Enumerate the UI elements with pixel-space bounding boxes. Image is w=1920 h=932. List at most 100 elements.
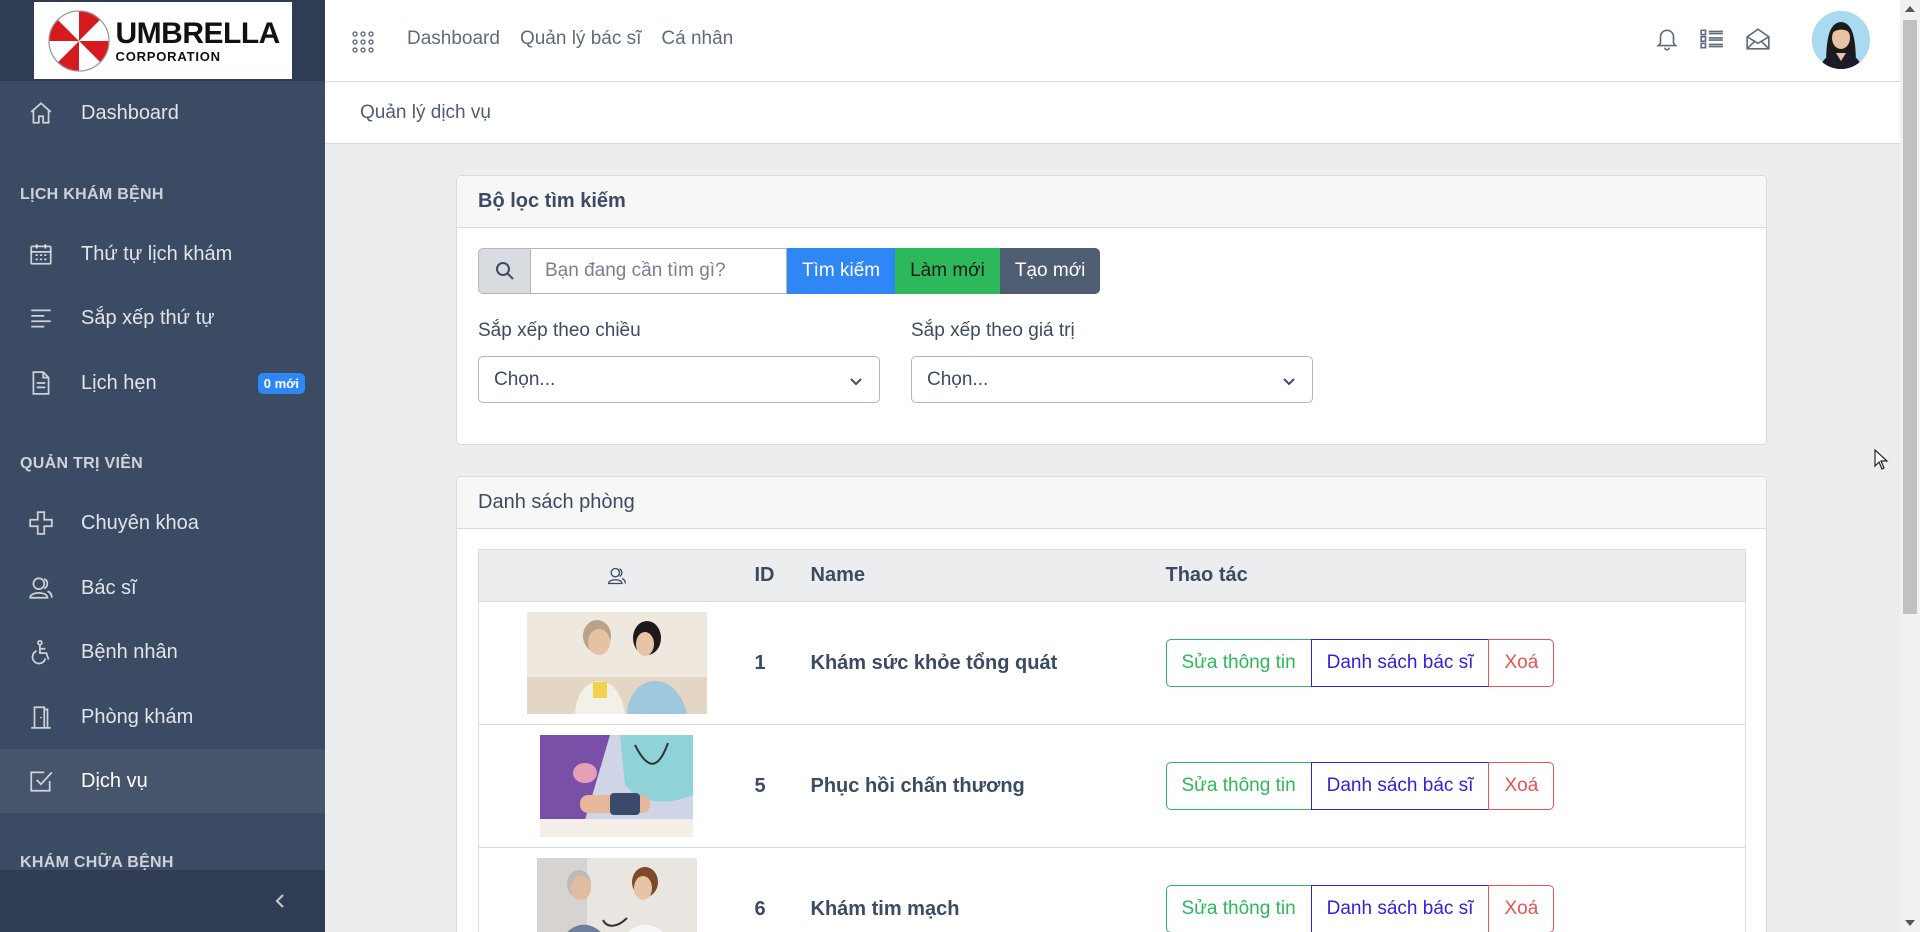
service-id: 1 — [754, 601, 811, 725]
header-nav-doctor-management[interactable]: Quản lý bác sĩ — [520, 28, 641, 50]
service-id: 5 — [754, 724, 811, 848]
name-column-header: Name — [810, 549, 1166, 602]
header-nav-dashboard[interactable]: Dashboard — [407, 28, 500, 50]
search-button[interactable]: Tìm kiếm — [787, 248, 896, 294]
delete-button[interactable]: Xoá — [1488, 639, 1555, 687]
search-icon — [478, 248, 531, 294]
sidebar-item-label: Sắp xếp thứ tự — [81, 306, 215, 329]
service-image-cell — [478, 601, 755, 725]
chevron-down-icon — [1282, 373, 1296, 387]
edit-button[interactable]: Sửa thông tin — [1165, 639, 1312, 687]
mouse-cursor-icon — [1874, 449, 1889, 470]
top-header: Dashboard Quản lý bác sĩ Cá nhân — [325, 0, 1900, 82]
edit-button[interactable]: Sửa thông tin — [1165, 762, 1312, 810]
bell-icon[interactable] — [1654, 26, 1680, 52]
sidebar-item-doctors[interactable]: Bác sĩ — [0, 556, 325, 620]
header-nav-personal[interactable]: Cá nhân — [661, 28, 733, 50]
actions-column-header: Thao tác — [1165, 549, 1746, 602]
edit-button[interactable]: Sửa thông tin — [1165, 885, 1312, 932]
search-group: Tìm kiếm Làm mới Tạo mới — [478, 248, 1101, 294]
service-actions: Sửa thông tin Danh sách bác sĩ Xoá — [1165, 847, 1746, 932]
scroll-down-arrow[interactable] — [1905, 920, 1915, 926]
envelope-icon[interactable] — [1745, 26, 1771, 52]
task-list-icon[interactable] — [1699, 26, 1725, 52]
table-header-row: ID Name Thao tác — [478, 549, 1746, 602]
sidebar-item-sort-order[interactable]: Sắp xếp thứ tự — [0, 286, 325, 350]
sidebar: UMBRELLA CORPORATION Dashboard LỊCH KHÁM… — [0, 0, 325, 932]
users-icon — [607, 567, 626, 584]
service-image-cell — [478, 724, 755, 848]
umbrella-logo: UMBRELLA CORPORATION — [33, 2, 292, 79]
door-icon — [27, 703, 55, 731]
table-row: 5 Phục hồi chấn thương Sửa thông tin Dan… — [478, 724, 1746, 848]
plus-icon — [27, 509, 55, 537]
service-actions: Sửa thông tin Danh sách bác sĩ Xoá — [1165, 724, 1746, 848]
sort-value-label: Sắp xếp theo giá trị — [911, 320, 1075, 341]
create-button[interactable]: Tạo mới — [999, 248, 1101, 294]
room-list-card: Danh sách phòng ID Name Thao tác 1 Khám … — [456, 476, 1767, 932]
users-icon — [27, 574, 55, 602]
room-list-title: Danh sách phòng — [457, 477, 1766, 529]
sidebar-item-label: Chuyên khoa — [81, 511, 199, 534]
sort-value-select[interactable]: Chọn... — [911, 356, 1313, 403]
sidebar-section-schedule: LỊCH KHÁM BỆNH — [20, 186, 164, 203]
sidebar-item-schedule-order[interactable]: Thứ tự lịch khám — [0, 222, 325, 286]
service-name: Phục hồi chấn thương — [810, 724, 1166, 848]
sort-direction-select[interactable]: Chọn... — [478, 356, 880, 403]
service-image-general-checkup — [526, 612, 707, 714]
sidebar-item-label: Thứ tự lịch khám — [81, 242, 233, 265]
header-nav: Dashboard Quản lý bác sĩ Cá nhân — [407, 28, 733, 50]
list-icon — [27, 304, 55, 332]
service-image-cardiology — [536, 858, 697, 932]
wheelchair-icon — [27, 638, 55, 666]
sidebar-item-label: Bệnh nhân — [81, 640, 178, 663]
breadcrumb-bar: Quản lý dịch vụ — [325, 82, 1900, 144]
sidebar-item-label: Lịch hẹn — [81, 371, 157, 394]
sidebar-item-label: Dashboard — [81, 101, 179, 124]
search-input[interactable] — [531, 248, 787, 294]
service-id: 6 — [754, 847, 811, 932]
breadcrumb: Quản lý dịch vụ — [360, 102, 491, 123]
chevron-left-icon — [275, 894, 284, 908]
scroll-up-arrow[interactable] — [1905, 6, 1915, 12]
document-icon — [27, 369, 55, 397]
sidebar-section-admin: QUẢN TRỊ VIÊN — [20, 455, 144, 472]
sidebar-item-clinic[interactable]: Phòng khám — [0, 685, 325, 749]
table-row: 6 Khám tim mạch Sửa thông tin Danh sách … — [478, 847, 1746, 932]
doctor-list-button[interactable]: Danh sách bác sĩ — [1310, 762, 1490, 810]
delete-button[interactable]: Xoá — [1488, 762, 1555, 810]
service-name: Khám tim mạch — [810, 847, 1166, 932]
appointments-badge: 0 mới — [257, 372, 305, 394]
check-square-icon — [27, 767, 55, 795]
logo-text-corporation: CORPORATION — [115, 48, 221, 64]
sidebar-minimize-button[interactable] — [0, 870, 325, 932]
doctor-list-button[interactable]: Danh sách bác sĩ — [1310, 885, 1490, 932]
service-image-injury-rehab — [540, 735, 694, 837]
sidebar-item-specialty[interactable]: Chuyên khoa — [0, 491, 325, 555]
service-image-cell — [478, 847, 755, 932]
apps-grid-icon[interactable] — [351, 30, 375, 54]
delete-button[interactable]: Xoá — [1488, 885, 1555, 932]
filter-card-title: Bộ lọc tìm kiếm — [457, 176, 1766, 228]
sort-value-value: Chọn... — [927, 368, 989, 390]
id-column-header: ID — [754, 549, 811, 602]
sidebar-item-patients[interactable]: Bệnh nhân — [0, 620, 325, 684]
user-avatar[interactable] — [1812, 11, 1870, 69]
sort-direction-label: Sắp xếp theo chiều — [478, 320, 641, 341]
umbrella-logo-icon — [47, 9, 110, 72]
doctor-list-button[interactable]: Danh sách bác sĩ — [1310, 639, 1490, 687]
sidebar-item-label: Bác sĩ — [81, 576, 137, 599]
service-name: Khám sức khỏe tổng quát — [810, 601, 1166, 725]
sidebar-item-label: Phòng khám — [81, 705, 194, 728]
refresh-button[interactable]: Làm mới — [895, 248, 1000, 294]
sidebar-item-services[interactable]: Dịch vụ — [0, 749, 325, 813]
sidebar-item-dashboard[interactable]: Dashboard — [0, 81, 325, 145]
page-scrollbar[interactable] — [1900, 0, 1920, 932]
home-icon — [27, 99, 55, 127]
scrollbar-thumb[interactable] — [1903, 20, 1917, 614]
sidebar-item-appointments[interactable]: Lịch hẹn 0 mới — [0, 351, 325, 415]
sidebar-brand[interactable]: UMBRELLA CORPORATION — [0, 0, 325, 81]
image-column-header — [478, 549, 755, 602]
logo-text-umbrella: UMBRELLA — [115, 16, 281, 50]
filter-card: Bộ lọc tìm kiếm Tìm kiếm Làm mới Tạo mới… — [456, 175, 1767, 445]
